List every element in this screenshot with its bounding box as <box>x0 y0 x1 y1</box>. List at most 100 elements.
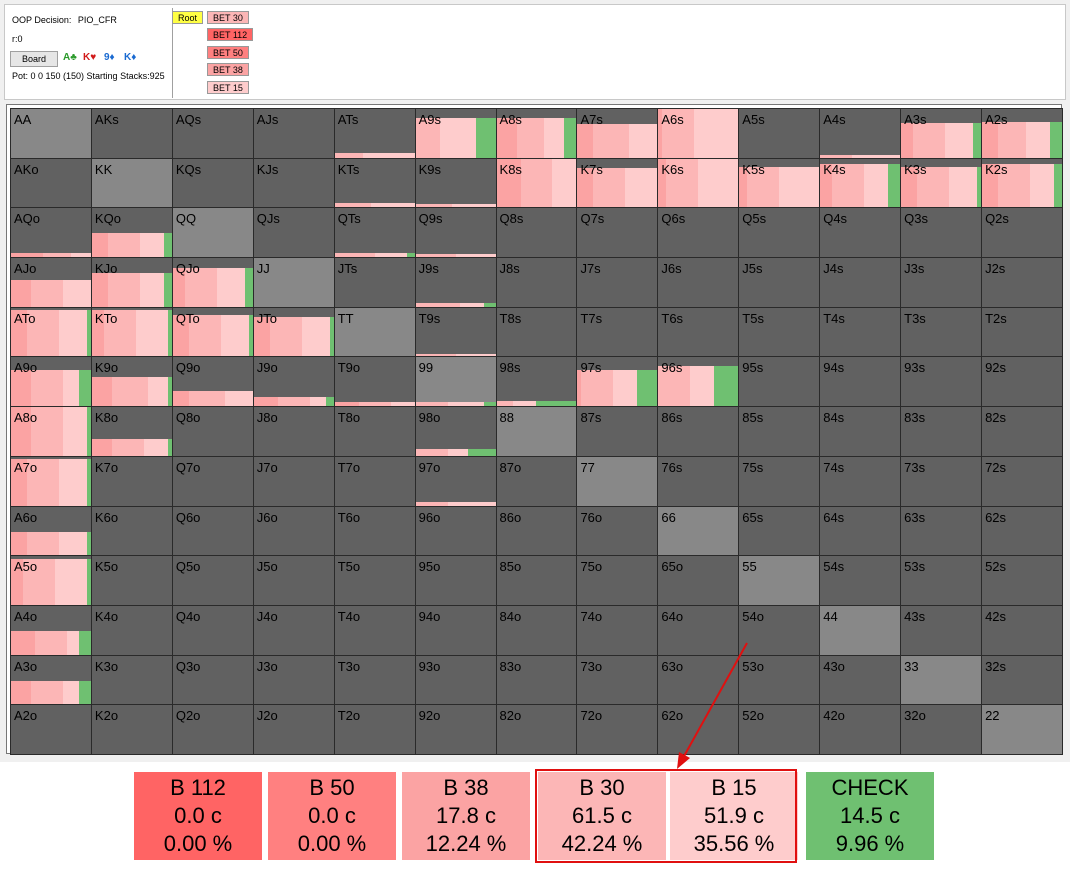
hand-cell-Q8o[interactable]: Q8o <box>171 406 254 457</box>
hand-cell-A9s[interactable]: A9s <box>414 108 497 159</box>
hand-cell-J4o[interactable]: J4o <box>252 604 335 656</box>
hand-cell-AJs[interactable]: AJs <box>252 108 335 159</box>
hand-cell-86o[interactable]: 86o <box>495 505 578 557</box>
hand-cell-96s[interactable]: 96s <box>657 356 740 408</box>
hand-cell-J6s[interactable]: J6s <box>657 257 740 308</box>
hand-cell-96o[interactable]: 96o <box>414 505 497 557</box>
hand-cell-83o[interactable]: 83o <box>495 654 578 706</box>
hand-cell-K5s[interactable]: K5s <box>738 157 821 209</box>
hand-cell-85o[interactable]: 85o <box>495 555 578 606</box>
hand-cell-T8s[interactable]: T8s <box>495 306 578 358</box>
hand-cell-A8s[interactable]: A8s <box>495 108 578 159</box>
hand-cell-T3o[interactable]: T3o <box>333 654 416 706</box>
hand-cell-T5o[interactable]: T5o <box>333 555 416 606</box>
hand-cell-Q8s[interactable]: Q8s <box>495 207 578 259</box>
hand-cell-85s[interactable]: 85s <box>738 406 821 457</box>
hand-cell-92s[interactable]: 92s <box>981 356 1063 408</box>
hand-cell-Q7s[interactable]: Q7s <box>576 207 659 259</box>
tree-node-bet-15[interactable]: BET 15 <box>207 81 249 94</box>
hand-cell-54s[interactable]: 54s <box>819 555 902 606</box>
hand-cell-K8s[interactable]: K8s <box>495 157 578 209</box>
hand-cell-42s[interactable]: 42s <box>981 604 1063 656</box>
hand-cell-A8o[interactable]: A8o <box>10 406 92 457</box>
hand-cell-AKs[interactable]: AKs <box>90 108 173 159</box>
hand-cell-T6s[interactable]: T6s <box>657 306 740 358</box>
hand-cell-AQo[interactable]: AQo <box>10 207 92 259</box>
hand-cell-QJs[interactable]: QJs <box>252 207 335 259</box>
hand-cell-J5s[interactable]: J5s <box>738 257 821 308</box>
tree-node-bet-50[interactable]: BET 50 <box>207 46 249 59</box>
hand-cell-A4o[interactable]: A4o <box>10 604 92 656</box>
hand-cell-K5o[interactable]: K5o <box>90 555 173 606</box>
hand-cell-Q7o[interactable]: Q7o <box>171 455 254 507</box>
hand-cell-ATo[interactable]: ATo <box>10 306 92 358</box>
hand-cell-44[interactable]: 44 <box>819 604 902 656</box>
hand-cell-J3o[interactable]: J3o <box>252 654 335 706</box>
hand-cell-T4s[interactable]: T4s <box>819 306 902 358</box>
tree-node-bet-38[interactable]: BET 38 <box>207 63 249 76</box>
hand-cell-JTs[interactable]: JTs <box>333 257 416 308</box>
hand-cell-A3o[interactable]: A3o <box>10 654 92 706</box>
hand-cell-KQo[interactable]: KQo <box>90 207 173 259</box>
hand-cell-A7o[interactable]: A7o <box>10 455 92 507</box>
hand-cell-86s[interactable]: 86s <box>657 406 740 457</box>
hand-cell-43o[interactable]: 43o <box>819 654 902 706</box>
hand-cell-97s[interactable]: 97s <box>576 356 659 408</box>
hand-cell-K3o[interactable]: K3o <box>90 654 173 706</box>
hand-cell-54o[interactable]: 54o <box>738 604 821 656</box>
hand-cell-73o[interactable]: 73o <box>576 654 659 706</box>
hand-cell-J9s[interactable]: J9s <box>414 257 497 308</box>
hand-cell-AQs[interactable]: AQs <box>171 108 254 159</box>
hand-cell-KK[interactable]: KK <box>90 157 173 209</box>
hand-cell-97o[interactable]: 97o <box>414 455 497 507</box>
hand-cell-QTo[interactable]: QTo <box>171 306 254 358</box>
hand-cell-K9o[interactable]: K9o <box>90 356 173 408</box>
hand-cell-Q3s[interactable]: Q3s <box>900 207 983 259</box>
hand-cell-KQs[interactable]: KQs <box>171 157 254 209</box>
hand-cell-A3s[interactable]: A3s <box>900 108 983 159</box>
hand-cell-T9s[interactable]: T9s <box>414 306 497 358</box>
hand-cell-75o[interactable]: 75o <box>576 555 659 606</box>
hand-cell-J7s[interactable]: J7s <box>576 257 659 308</box>
hand-cell-JTo[interactable]: JTo <box>252 306 335 358</box>
hand-cell-T5s[interactable]: T5s <box>738 306 821 358</box>
hand-cell-94o[interactable]: 94o <box>414 604 497 656</box>
hand-cell-99[interactable]: 99 <box>414 356 497 408</box>
hand-cell-K6o[interactable]: K6o <box>90 505 173 557</box>
hand-cell-Q2o[interactable]: Q2o <box>171 704 254 755</box>
hand-cell-J8o[interactable]: J8o <box>252 406 335 457</box>
hand-cell-76s[interactable]: 76s <box>657 455 740 507</box>
hand-cell-ATs[interactable]: ATs <box>333 108 416 159</box>
hand-cell-92o[interactable]: 92o <box>414 704 497 755</box>
board-button[interactable]: Board <box>10 51 58 67</box>
hand-cell-T4o[interactable]: T4o <box>333 604 416 656</box>
hand-cell-J8s[interactable]: J8s <box>495 257 578 308</box>
hand-cell-T7o[interactable]: T7o <box>333 455 416 507</box>
hand-cell-Q5s[interactable]: Q5s <box>738 207 821 259</box>
hand-cell-KJs[interactable]: KJs <box>252 157 335 209</box>
hand-cell-J9o[interactable]: J9o <box>252 356 335 408</box>
hand-cell-TT[interactable]: TT <box>333 306 416 358</box>
hand-cell-J2s[interactable]: J2s <box>981 257 1063 308</box>
hand-cell-A2s[interactable]: A2s <box>981 108 1063 159</box>
hand-cell-55[interactable]: 55 <box>738 555 821 606</box>
hand-cell-JJ[interactable]: JJ <box>252 257 335 308</box>
hand-cell-KTo[interactable]: KTo <box>90 306 173 358</box>
hand-cell-A5o[interactable]: A5o <box>10 555 92 606</box>
hand-cell-T6o[interactable]: T6o <box>333 505 416 557</box>
hand-cell-K4s[interactable]: K4s <box>819 157 902 209</box>
hand-cell-Q4o[interactable]: Q4o <box>171 604 254 656</box>
hand-cell-62s[interactable]: 62s <box>981 505 1063 557</box>
legend-b38[interactable]: B 38 17.8 c 12.24 % <box>402 772 530 860</box>
hand-cell-J2o[interactable]: J2o <box>252 704 335 755</box>
hand-cell-AKo[interactable]: AKo <box>10 157 92 209</box>
hand-cell-J4s[interactable]: J4s <box>819 257 902 308</box>
hand-cell-22[interactable]: 22 <box>981 704 1063 755</box>
hand-cell-77[interactable]: 77 <box>576 455 659 507</box>
tree-node-bet-30[interactable]: BET 30 <box>207 11 249 24</box>
hand-cell-62o[interactable]: 62o <box>657 704 740 755</box>
hand-cell-98s[interactable]: 98s <box>495 356 578 408</box>
hand-cell-Q6o[interactable]: Q6o <box>171 505 254 557</box>
hand-cell-72o[interactable]: 72o <box>576 704 659 755</box>
hand-cell-T8o[interactable]: T8o <box>333 406 416 457</box>
